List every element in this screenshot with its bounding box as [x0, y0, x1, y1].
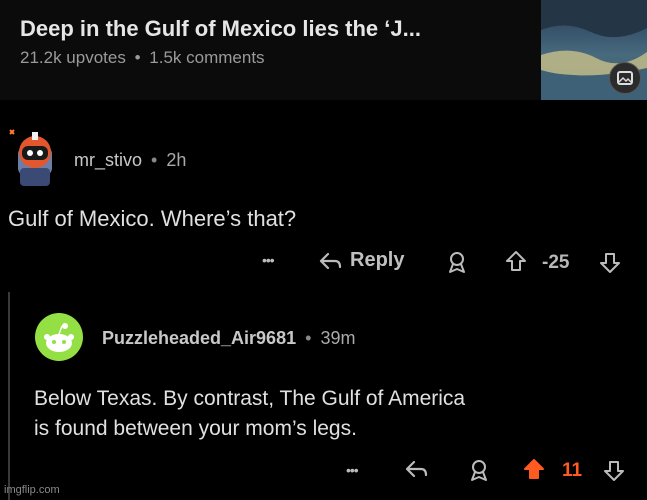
- reply-arrow-icon: [318, 250, 344, 272]
- award-icon: [466, 458, 492, 482]
- username[interactable]: mr_stivo: [74, 150, 142, 170]
- comment-time: 2h: [166, 150, 187, 170]
- comment-time: 39m: [320, 328, 356, 348]
- comment-author: mr_stivo • 2h: [74, 150, 186, 171]
- award-button[interactable]: [444, 250, 470, 274]
- reply-button[interactable]: [404, 458, 430, 480]
- comment-body: Gulf of Mexico. Where’s that?: [8, 206, 297, 231]
- meta-separator: •: [151, 150, 158, 170]
- post-thumbnail[interactable]: [541, 0, 647, 100]
- downvote-button[interactable]: [598, 251, 622, 275]
- more-options-button[interactable]: •••: [346, 462, 359, 478]
- meta-separator: •: [305, 328, 312, 348]
- reply-label: Reply: [350, 249, 405, 271]
- meta-separator: •: [134, 48, 141, 67]
- image-gallery-icon: [609, 62, 641, 94]
- upvote-button[interactable]: [504, 249, 528, 273]
- downvote-button[interactable]: [602, 459, 626, 483]
- comment-count: 1.5k comments: [149, 48, 265, 67]
- post-header[interactable]: Deep in the Gulf of Mexico lies the ‘J..…: [0, 0, 647, 100]
- post-meta: 21.2k upvotes • 1.5k comments: [20, 48, 265, 68]
- comment-body-line: is found between your mom’s legs.: [34, 417, 357, 440]
- award-button[interactable]: [466, 458, 492, 482]
- upvote-icon: [504, 249, 528, 273]
- award-icon: [444, 250, 470, 274]
- comment-body: Below Texas. By contrast, The Gulf of Am…: [34, 384, 465, 444]
- avatar[interactable]: [6, 124, 62, 190]
- avatar[interactable]: [34, 312, 84, 362]
- downvote-icon: [602, 459, 626, 483]
- post-title[interactable]: Deep in the Gulf of Mexico lies the ‘J..…: [20, 16, 421, 42]
- vote-score: -25: [542, 252, 570, 273]
- upvote-count: 21.2k upvotes: [20, 48, 126, 67]
- downvote-icon: [598, 251, 622, 275]
- vote-score: 11: [562, 460, 583, 481]
- reply-button[interactable]: Reply: [318, 249, 404, 272]
- username[interactable]: Puzzleheaded_Air9681: [102, 328, 296, 348]
- reply-arrow-icon: [404, 458, 430, 480]
- comment-body-line: Below Texas. By contrast, The Gulf of Am…: [34, 387, 466, 410]
- more-options-button[interactable]: •••: [262, 252, 275, 278]
- comment-author: Puzzleheaded_Air9681 • 39m: [102, 328, 355, 349]
- upvote-button[interactable]: [522, 457, 546, 481]
- thread-line[interactable]: [8, 292, 10, 500]
- watermark: imgflip.com: [4, 484, 60, 496]
- upvote-icon: [522, 457, 546, 481]
